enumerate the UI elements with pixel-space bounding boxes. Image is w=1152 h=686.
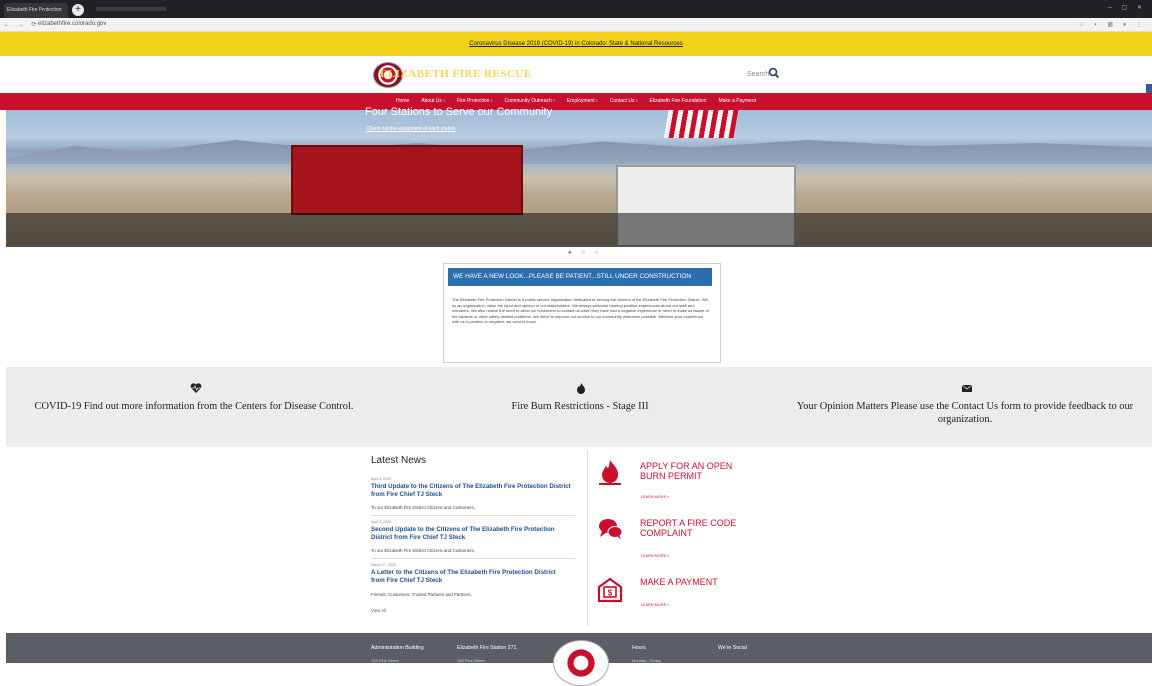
truck-lettering: ELIZABETH FIRE RESCUE [380, 68, 532, 80]
burn-permit-learn-more[interactable]: LEARN MORE » [641, 495, 669, 499]
chevron-icon: › [443, 98, 445, 104]
footer-social: We're Social [718, 645, 747, 651]
tab-title: Elizabeth Fire Protection [7, 7, 62, 13]
news-headline[interactable]: Third Update to the Citizens of The Eliz… [371, 483, 571, 499]
fire-truck-image [291, 145, 523, 215]
footer-hours: Hours [632, 645, 646, 651]
notice-heading: WE HAVE A NEW LOOK...PLEASE BE PATIENT..… [448, 268, 712, 286]
svg-text:$: $ [608, 589, 613, 598]
browser-tab[interactable]: Elizabeth Fire Protection [4, 3, 68, 18]
extension-icons[interactable]: ☆ ◐ ▦ ● ⋮ [1079, 21, 1146, 28]
nav-community-outreach-label: Community Outreach [504, 98, 552, 104]
covid-banner-link[interactable]: Coronavirus Disease 2019 (COVID-19) in C… [469, 41, 682, 47]
make-payment-title[interactable]: MAKE A PAYMENT [640, 577, 750, 587]
footer-logo [553, 640, 609, 686]
fire-code-complaint-title[interactable]: REPORT A FIRE CODE COMPLAINT [640, 518, 750, 538]
news-headline[interactable]: Second Update to the Citizens of The Eli… [371, 526, 571, 542]
news-excerpt: Friends, Customers, Trusted Partners and… [371, 592, 472, 597]
nav-employment-label: Employment [566, 98, 595, 104]
nav-contact-us[interactable]: Contact Us › [610, 93, 638, 110]
nav-fire-foundation[interactable]: Elizabeth Fire Foundation [650, 93, 707, 110]
footer-hours-days: Monday - Friday [632, 658, 661, 663]
speech-bubble-icon [599, 519, 623, 540]
notice-body: The Elizabeth Fire Protection District i… [452, 297, 709, 325]
footer-station-address: 155 Pine Street [457, 658, 485, 663]
news-divider [371, 515, 575, 516]
nav-contact-us-label: Contact Us [609, 98, 635, 104]
nav-employment[interactable]: Employment › [567, 93, 598, 110]
nav-about-us-label: About Us [421, 98, 442, 104]
news-divider [371, 558, 575, 559]
nav-make-payment[interactable]: Make a Payment [718, 93, 756, 110]
browser-nav-icons[interactable]: ← → ⟳ [4, 21, 39, 28]
url-field[interactable]: elizabethfire.colorado.gov [38, 21, 106, 27]
chevron-icon: › [490, 98, 493, 104]
news-headline[interactable]: A Letter to the Citizens of The Elizabet… [371, 569, 571, 585]
hero-caption-bar [6, 213, 1152, 247]
news-date: March 27, 2020 [371, 563, 396, 567]
search-label[interactable]: Search [747, 71, 769, 78]
burn-permit-title[interactable]: APPLY FOR AN OPEN BURN PERMIT [640, 461, 750, 481]
chevron-icon: › [596, 98, 598, 104]
main-nav: Home About Us › Fire Protection › Commun… [0, 93, 1152, 110]
chevron-icon: › [635, 98, 638, 104]
view-all-link[interactable]: View All [371, 608, 386, 613]
chevron-icon: › [553, 98, 555, 104]
fire-code-learn-more[interactable]: LEARN MORE » [641, 554, 669, 558]
covid-banner: Coronavirus Disease 2019 (COVID-19) in C… [0, 32, 1152, 56]
nav-fire-protection-label: Fire Protection [456, 98, 490, 104]
make-payment-learn-more[interactable]: LEARN MORE » [641, 603, 669, 607]
flag-image [663, 110, 739, 138]
news-excerpt: To our Elizabeth Fire District Citizens … [371, 548, 475, 553]
slider-dots[interactable]: ● ○ ○ [568, 250, 602, 256]
new-tab-icon[interactable]: + [72, 4, 84, 16]
feature-burn-text[interactable]: Fire Burn Restrictions - Stage III [440, 400, 720, 413]
footer-station-271: Elizabeth Fire Station 271 [457, 645, 517, 651]
feature-covid-text[interactable]: COVID-19 Find out more information from … [14, 400, 374, 413]
hero-slider[interactable] [6, 110, 1152, 247]
payment-icon: $ [597, 577, 623, 603]
column-divider [587, 450, 588, 626]
footer-admin-address: 155 Pine Street [371, 658, 399, 663]
window-controls[interactable]: ─ ▢ ✕ [1108, 4, 1146, 11]
address-bar: ← → ⟳ elizabethfire.colorado.gov ☆ ◐ ▦ ●… [0, 18, 1152, 32]
hero-title: Four Stations to Serve our Community [365, 106, 553, 118]
fire-icon [599, 460, 621, 485]
tab-strip [96, 7, 166, 11]
mountains-image [6, 140, 1152, 164]
news-date: April 3, 2020 [371, 520, 392, 524]
news-section-title: Latest News [371, 455, 427, 466]
fire-icon [577, 383, 585, 394]
envelope-icon [961, 384, 973, 392]
news-excerpt: To our Elizabeth Fire District Citizens … [371, 505, 475, 510]
browser-tab-bar: Elizabeth Fire Protection + ─ ▢ ✕ [0, 0, 1152, 18]
footer-admin-building: Administration Building [371, 645, 424, 651]
feature-opinion-text[interactable]: Your Opinion Matters Please use the Cont… [790, 400, 1140, 426]
hero-link[interactable]: Check out the equipment at each station [366, 126, 456, 132]
heartbeat-icon [190, 383, 202, 393]
search-icon[interactable] [767, 66, 781, 80]
news-date: April 9, 2020 [371, 477, 392, 481]
